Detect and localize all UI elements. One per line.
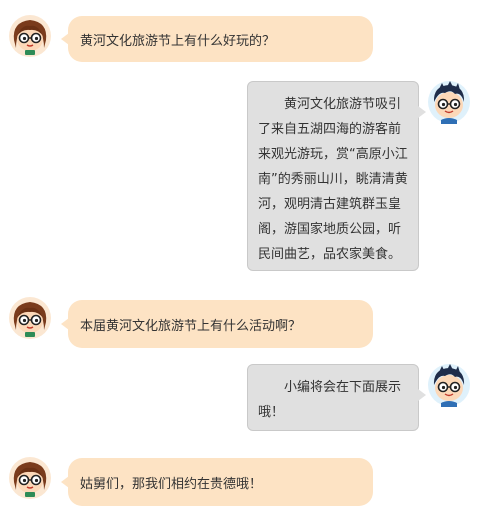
- boy-avatar: [427, 80, 471, 124]
- message-text: 姑舅们，那我们相约在贵德哦！: [80, 476, 263, 492]
- message-text: 黄河文化旅游节吸引了来自五湖四海的游客前来观光游玩，赏“高原小江南”的秀丽山川，…: [258, 97, 408, 262]
- boy-avatar: [427, 363, 471, 407]
- girl-avatar: [8, 456, 52, 500]
- message-text: 本届黄河文化旅游节上有什么活动啊？: [80, 318, 302, 334]
- boy-with-glasses-icon: [428, 81, 470, 124]
- message-bubble-outgoing: 小编将会在下面展示哦！: [247, 364, 426, 431]
- boy-with-glasses-icon: [428, 364, 470, 407]
- message-text: 黄河文化旅游节上有什么好玩的？: [80, 33, 276, 49]
- message-bubble-incoming: 黄河文化旅游节上有什么好玩的？: [61, 16, 373, 62]
- message-bubble-outgoing: 黄河文化旅游节吸引了来自五湖四海的游客前来观光游玩，赏“高原小江南”的秀丽山川，…: [247, 81, 426, 271]
- girl-avatar: [8, 296, 52, 340]
- message-bubble-incoming: 本届黄河文化旅游节上有什么活动啊？: [61, 300, 373, 348]
- message-bubble-incoming: 姑舅们，那我们相约在贵德哦！: [61, 458, 373, 506]
- girl-with-glasses-icon: [9, 15, 51, 57]
- girl-with-glasses-icon: [9, 457, 51, 499]
- girl-avatar: [8, 14, 52, 58]
- message-text: 小编将会在下面展示哦！: [258, 380, 402, 420]
- girl-with-glasses-icon: [9, 297, 51, 339]
